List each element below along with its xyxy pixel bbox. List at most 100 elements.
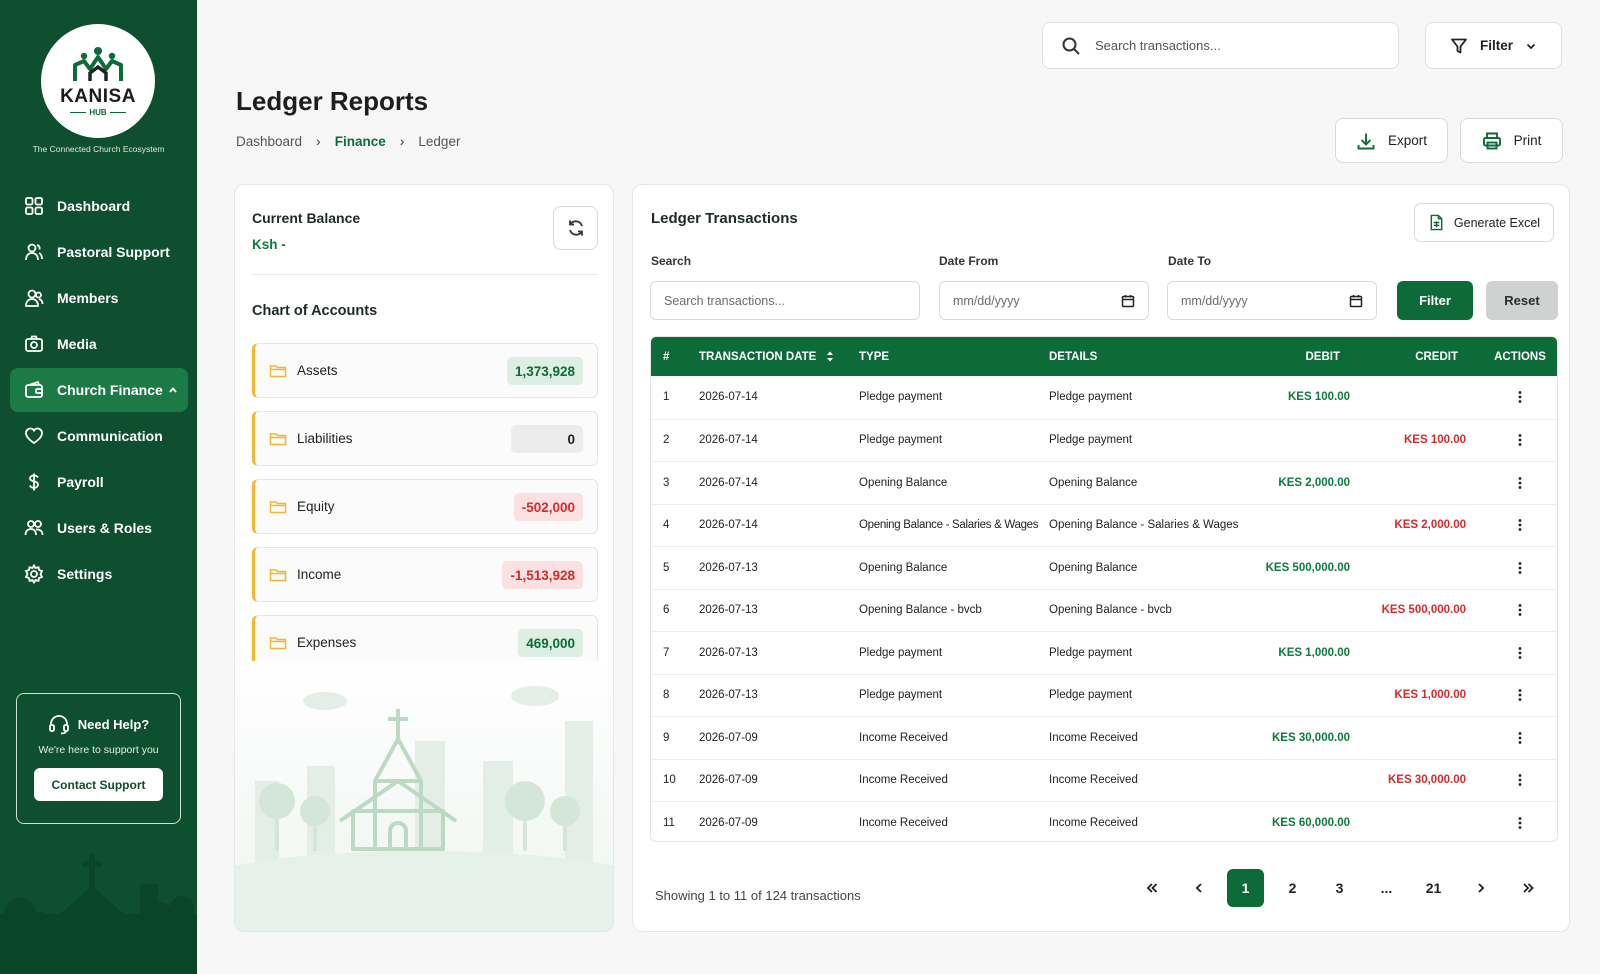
- table-row[interactable]: 1 2026-07-14 Pledge payment Pledge payment K…: [651, 376, 1557, 419]
- sidebar-item-dashboard[interactable]: Dashboard: [10, 184, 188, 228]
- account-income[interactable]: Income -1,513,928: [252, 547, 598, 602]
- help-title: Need Help?: [17, 713, 180, 735]
- current-balance-value: Ksh -: [252, 237, 286, 252]
- row-actions-button[interactable]: [1483, 717, 1557, 759]
- funnel-icon: [1451, 38, 1467, 53]
- global-filter-button[interactable]: Filter: [1425, 22, 1562, 69]
- column-header-date[interactable]: TRANSACTION DATE: [699, 337, 834, 376]
- apply-filter-button[interactable]: Filter: [1397, 281, 1473, 320]
- wallet-icon: [25, 380, 43, 398]
- page-button-1[interactable]: 1: [1227, 869, 1264, 907]
- cell-type: Opening Balance - Salaries & Wages: [859, 519, 1039, 532]
- date-to-placeholder: mm/dd/yyyy: [1181, 293, 1248, 308]
- calendar-icon[interactable]: [1349, 294, 1363, 308]
- cell-credit: KES 30,000.00: [1387, 774, 1466, 787]
- sidebar-item-members[interactable]: Members: [10, 276, 188, 320]
- table-row[interactable]: 3 2026-07-14 Opening Balance Opening Balanc…: [651, 461, 1557, 504]
- table-row[interactable]: 4 2026-07-14 Opening Balance - Salaries & …: [651, 503, 1557, 547]
- row-actions-button[interactable]: [1483, 547, 1557, 589]
- chevron-left-icon: [1195, 883, 1202, 893]
- export-button[interactable]: Export: [1335, 118, 1448, 163]
- sidebar-item-label: Dashboard: [57, 198, 131, 214]
- row-actions-button[interactable]: [1483, 632, 1557, 674]
- column-header-debit: DEBIT: [1305, 350, 1341, 363]
- account-name: Expenses: [297, 635, 357, 650]
- church-crown-logo-icon: [73, 47, 123, 81]
- table-row[interactable]: 11 2026-07-09 Income Received Income Receiv…: [651, 801, 1557, 841]
- row-actions-button[interactable]: [1483, 420, 1557, 462]
- date-to-label: Date To: [1168, 254, 1212, 268]
- sidebar-item-pastoral-support[interactable]: Pastoral Support: [10, 230, 188, 274]
- sidebar-item-church-finance[interactable]: Church Finance: [10, 368, 188, 412]
- table-row[interactable]: 9 2026-07-09 Income Received Income Receive…: [651, 716, 1557, 759]
- last-page-button[interactable]: [1509, 869, 1546, 907]
- sidebar-item-communication[interactable]: Communication: [10, 414, 188, 458]
- column-header-credit: CREDIT: [1415, 350, 1458, 363]
- members-icon: [25, 289, 44, 307]
- row-actions-button[interactable]: [1483, 590, 1557, 632]
- table-row[interactable]: 5 2026-07-13 Opening Balance Opening Balanc…: [651, 546, 1557, 589]
- people-icon: [25, 243, 43, 261]
- cell-debit: KES 2,000.00: [1278, 476, 1350, 489]
- sidebar-item-label: Members: [57, 290, 119, 306]
- row-actions-button[interactable]: [1483, 505, 1557, 547]
- folder-icon: [269, 364, 287, 377]
- table-row[interactable]: 8 2026-07-13 Pledge payment Pledge payment K…: [651, 673, 1557, 717]
- account-equity[interactable]: Equity -502,000: [252, 479, 598, 534]
- cell-type: Income Received: [859, 731, 948, 744]
- sidebar-item-payroll[interactable]: Payroll: [10, 460, 188, 504]
- cell-date: 2026-07-13: [699, 561, 758, 574]
- table-row[interactable]: 6 2026-07-13 Opening Balance - bvcb Opening…: [651, 588, 1557, 632]
- first-page-button[interactable]: [1133, 869, 1170, 907]
- print-button[interactable]: Print: [1460, 118, 1563, 163]
- cell-type: Opening Balance: [859, 561, 948, 574]
- table-row[interactable]: 7 2026-07-13 Pledge payment Pledge payment K…: [651, 631, 1557, 674]
- sidebar-item-users-roles[interactable]: Users & Roles: [10, 506, 188, 550]
- ledger-search-input[interactable]: Search transactions...: [650, 281, 920, 320]
- refresh-balance-button[interactable]: [553, 206, 598, 250]
- row-actions-button[interactable]: [1483, 376, 1557, 419]
- kebab-menu-icon: [1518, 561, 1522, 574]
- sidebar-item-label: Media: [57, 336, 97, 352]
- cell-number: 4: [663, 519, 670, 532]
- cell-date: 2026-07-14: [699, 391, 758, 404]
- kebab-menu-icon: [1518, 476, 1522, 489]
- sidebar-item-media[interactable]: Media: [10, 322, 188, 366]
- page-button-2[interactable]: 2: [1274, 869, 1311, 907]
- chevron-down-icon: [1526, 43, 1536, 49]
- cell-date: 2026-07-14: [699, 476, 758, 489]
- date-from-input[interactable]: mm/dd/yyyy: [939, 281, 1149, 320]
- kebab-menu-icon: [1518, 731, 1522, 744]
- contact-support-button[interactable]: Contact Support: [34, 768, 163, 801]
- cell-number: 10: [663, 774, 676, 787]
- cell-date: 2026-07-09: [699, 731, 758, 744]
- generate-excel-button[interactable]: Generate Excel: [1414, 203, 1554, 242]
- account-liabilities[interactable]: Liabilities 0: [252, 411, 598, 466]
- breadcrumb-dashboard[interactable]: Dashboard: [236, 134, 302, 149]
- row-actions-button[interactable]: [1483, 760, 1557, 802]
- search-icon: [1062, 37, 1080, 55]
- cell-debit: KES 60,000.00: [1271, 816, 1350, 829]
- chevron-right-icon: [1477, 883, 1484, 893]
- table-row[interactable]: 2 2026-07-14 Pledge payment Pledge payment K…: [651, 418, 1557, 462]
- reset-filter-button[interactable]: Reset: [1486, 281, 1558, 320]
- date-to-input[interactable]: mm/dd/yyyy: [1167, 281, 1377, 320]
- breadcrumb-finance[interactable]: Finance: [335, 134, 386, 149]
- account-assets[interactable]: Assets 1,373,928: [252, 343, 598, 398]
- column-header-details: DETAILS: [1049, 350, 1098, 363]
- kanisa-logo[interactable]: KANISA HUB: [41, 24, 155, 138]
- previous-page-button[interactable]: [1180, 869, 1217, 907]
- sidebar-item-settings[interactable]: Settings: [10, 552, 188, 596]
- row-actions-button[interactable]: [1483, 462, 1557, 504]
- cell-debit: KES 100.00: [1287, 391, 1350, 404]
- current-balance-label: Current Balance: [252, 210, 361, 226]
- row-actions-button[interactable]: [1483, 675, 1557, 717]
- calendar-icon[interactable]: [1121, 294, 1135, 308]
- global-search-input[interactable]: Search transactions...: [1042, 22, 1399, 69]
- account-amount: -502,000: [513, 493, 583, 521]
- next-page-button[interactable]: [1462, 869, 1499, 907]
- page-button-3[interactable]: 3: [1321, 869, 1358, 907]
- page-button-21[interactable]: 21: [1415, 869, 1452, 907]
- row-actions-button[interactable]: [1483, 802, 1557, 841]
- table-row[interactable]: 10 2026-07-09 Income Received Income Receiv…: [651, 758, 1557, 802]
